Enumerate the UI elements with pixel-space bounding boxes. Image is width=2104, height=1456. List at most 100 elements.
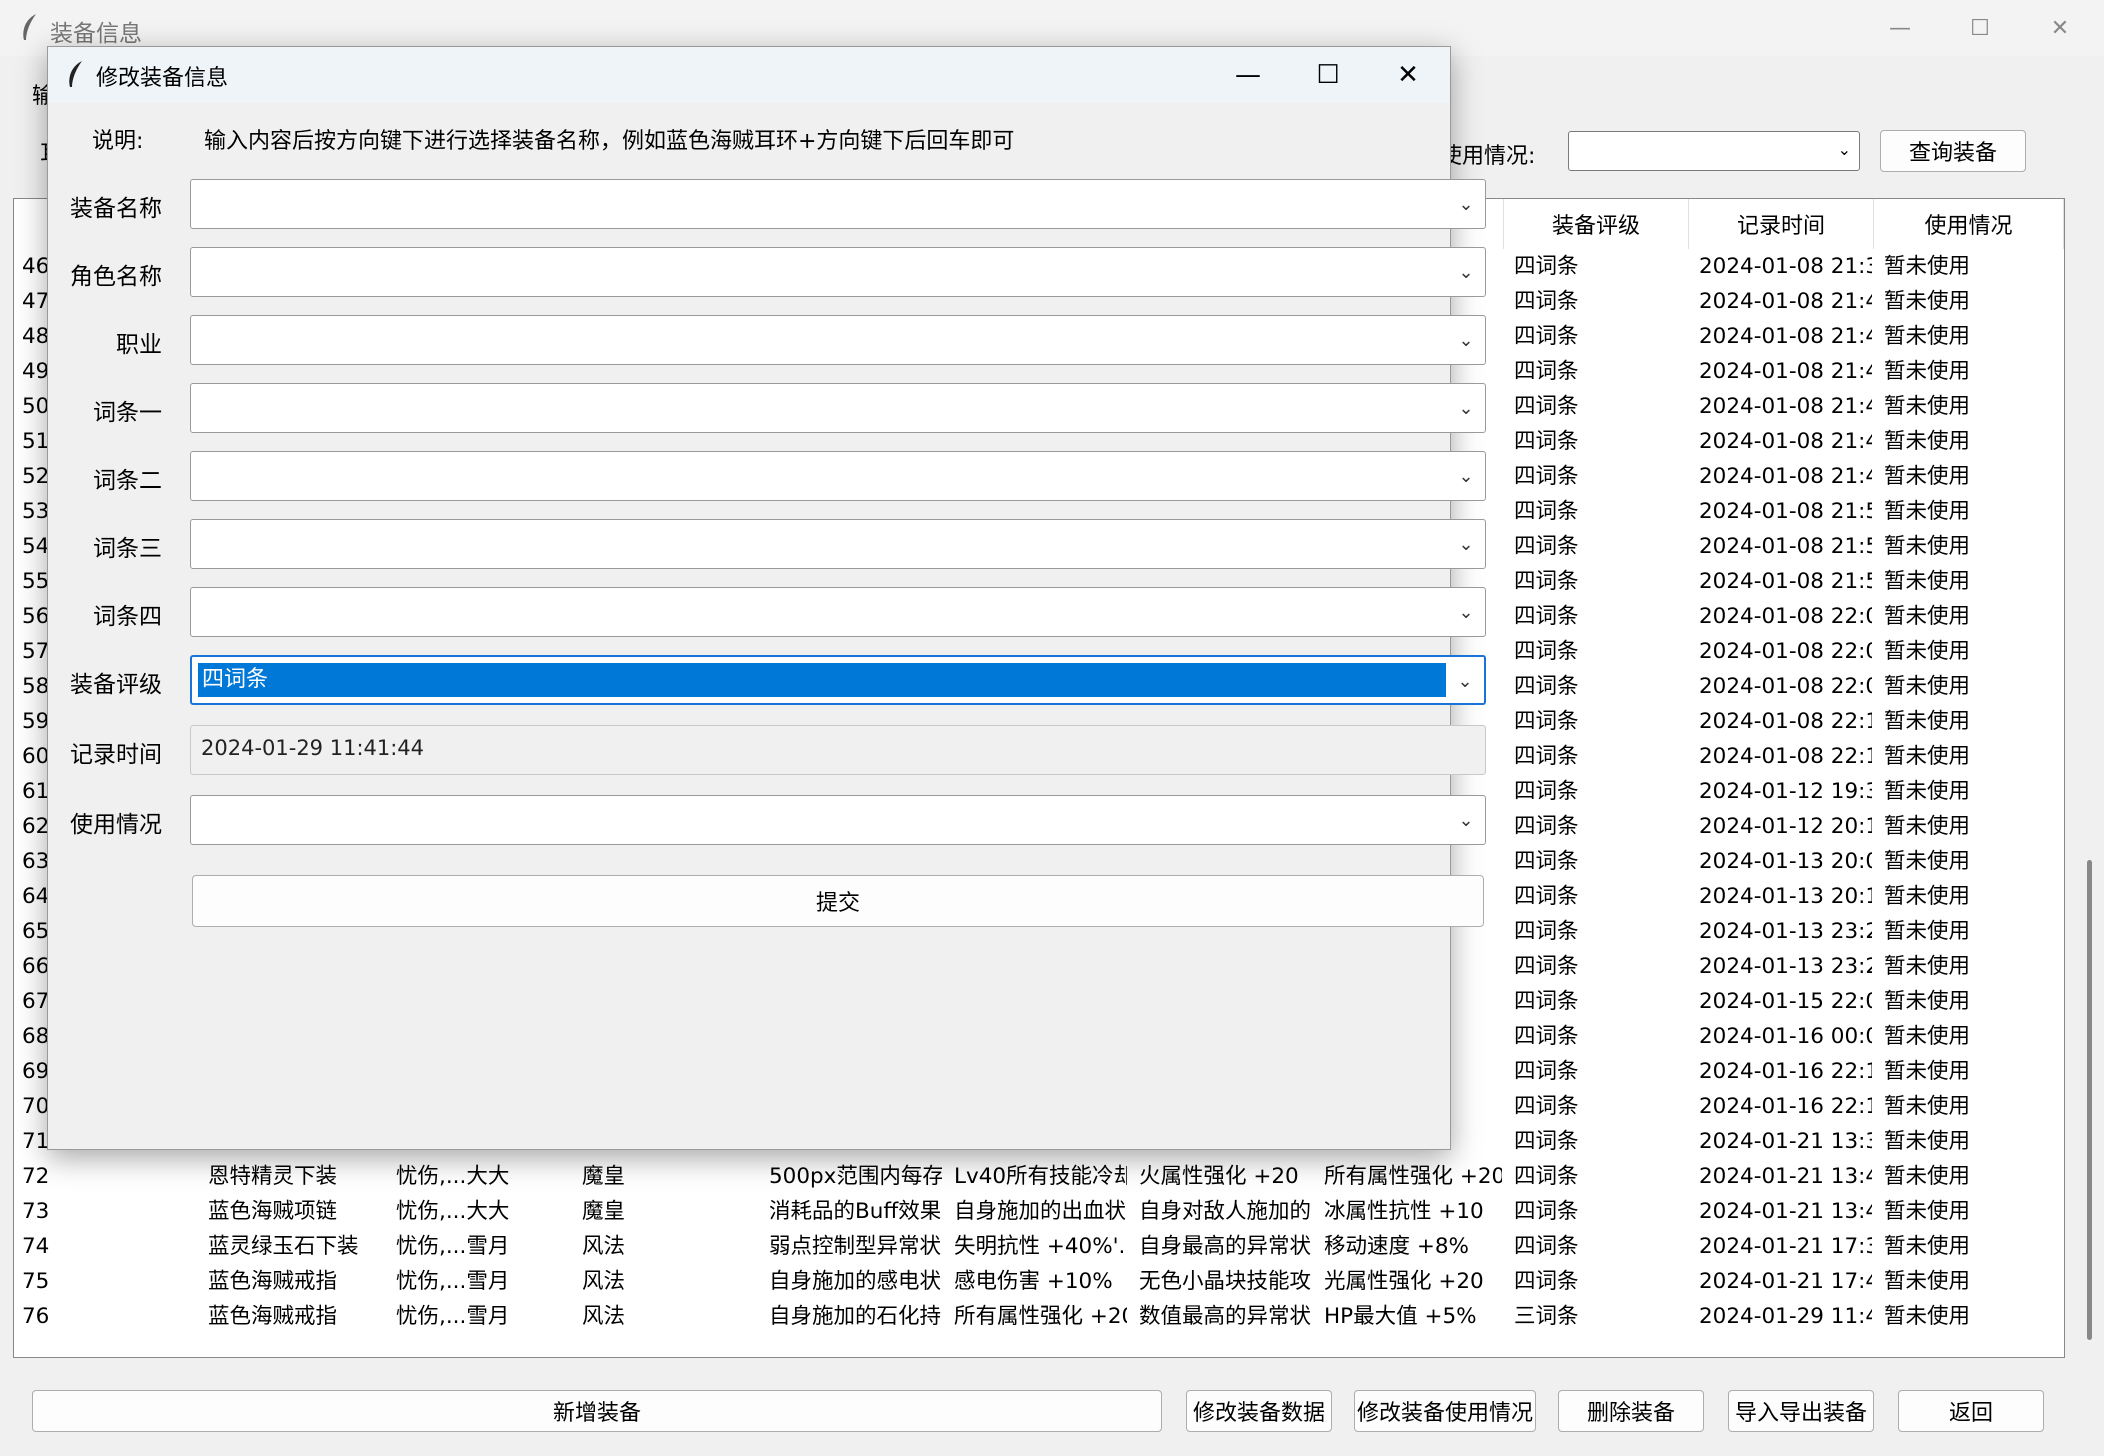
table-cell: HP最大值 +5%: [1324, 1304, 1477, 1329]
entry1-combo[interactable]: ⌄: [190, 383, 1486, 433]
minimize-icon[interactable]: —: [1208, 47, 1288, 103]
table-cell: 暂未使用: [1884, 849, 1971, 874]
entry2-combo[interactable]: ⌄: [190, 451, 1486, 501]
table-cell: 四词条: [1514, 639, 1579, 664]
table-cell: 2024-01-13 20:16: [1699, 884, 1872, 909]
table-cell: 2024-01-08 22:10: [1699, 709, 1872, 734]
query-button[interactable]: 查询装备: [1880, 130, 2026, 172]
table-cell: 暂未使用: [1884, 1094, 1971, 1119]
minimize-icon[interactable]: —: [1870, 0, 1930, 56]
chevron-down-icon: ⌄: [1458, 601, 1474, 623]
table-cell: 四词条: [1514, 464, 1579, 489]
table-cell: 自身施加的出血状态: [954, 1199, 1127, 1224]
table-cell: 自身施加的感电状态: [769, 1269, 942, 1294]
delete-equipment-button[interactable]: 删除装备: [1558, 1390, 1704, 1432]
table-cell: 自身对敌人施加的: [1139, 1199, 1312, 1224]
table-cell: 暂未使用: [1884, 1164, 1971, 1189]
maximize-icon[interactable]: ☐: [1950, 0, 2010, 56]
equipment-name-combo[interactable]: ⌄: [190, 179, 1486, 229]
table-cell: 76: [22, 1304, 50, 1329]
table-cell: 蓝灵绿玉石下装: [208, 1234, 359, 1259]
back-button[interactable]: 返回: [1898, 1390, 2044, 1432]
table-cell: 忧伤,...大大: [396, 1199, 510, 1224]
table-cell: 忧伤,...雪月: [396, 1234, 510, 1259]
table-cell: 四词条: [1514, 919, 1579, 944]
record-time-field: 2024-01-29 11:41:44: [190, 725, 1486, 775]
table-cell: 2024-01-08 21:48: [1699, 429, 1872, 454]
entry3-combo[interactable]: ⌄: [190, 519, 1486, 569]
edit-data-button[interactable]: 修改装备数据: [1186, 1390, 1332, 1432]
table-cell: 四词条: [1514, 1234, 1579, 1259]
table-cell: 2024-01-12 20:14: [1699, 814, 1872, 839]
vertical-scrollbar[interactable]: [2087, 860, 2092, 1340]
chevron-down-icon: ⌄: [1458, 809, 1474, 831]
entry4-combo[interactable]: ⌄: [190, 587, 1486, 637]
table-cell: 2024-01-08 21:48: [1699, 394, 1872, 419]
table-cell: 2024-01-08 22:08: [1699, 674, 1872, 699]
table-cell: 2024-01-13 23:24: [1699, 954, 1872, 979]
table-cell: 四词条: [1514, 569, 1579, 594]
table-cell: 暂未使用: [1884, 954, 1971, 979]
edit-equipment-dialog: 修改装备信息 — ☐ ✕ 说明: 输入内容后按方向键下进行选择装备名称，例如蓝色…: [47, 46, 1486, 1150]
edit-usage-button[interactable]: 修改装备使用情况: [1354, 1390, 1536, 1432]
table-cell: 72: [22, 1164, 50, 1189]
table-cell: 所有属性强化 +20: [954, 1304, 1127, 1329]
table-cell: 四词条: [1514, 709, 1579, 734]
chevron-down-icon: ⌄: [1458, 533, 1474, 555]
column-header[interactable]: 记录时间: [1689, 199, 1874, 249]
table-cell: 暂未使用: [1884, 639, 1971, 664]
field-label-entry1: 词条一: [93, 400, 162, 426]
job-combo[interactable]: ⌄: [190, 315, 1486, 365]
usage-combo[interactable]: ⌄: [190, 795, 1486, 845]
table-cell: 2024-01-08 21:52: [1699, 569, 1872, 594]
table-cell: 感电伤害 +10%: [954, 1269, 1113, 1294]
table-cell: 四词条: [1514, 779, 1579, 804]
table-cell: 四词条: [1514, 744, 1579, 769]
table-cell: 暂未使用: [1884, 534, 1971, 559]
column-header[interactable]: 使用情况: [1874, 199, 2064, 249]
table-cell: 自身施加的石化持续: [769, 1304, 942, 1329]
table-cell: 失明抗性 +40%'. ': [954, 1234, 1127, 1259]
import-export-button[interactable]: 导入导出装备: [1728, 1390, 1874, 1432]
field-label-usage: 使用情况: [70, 812, 162, 838]
maximize-icon[interactable]: ☐: [1288, 47, 1368, 103]
table-cell: 数值最高的异常状态: [1139, 1304, 1312, 1329]
table-cell: 四词条: [1514, 534, 1579, 559]
table-cell: 蓝色海贼戒指: [208, 1269, 338, 1294]
table-row[interactable]: 74 蓝灵绿玉石下装 忧伤,...雪月 风法 弱点控制型异常状态失明抗性 +40%'. …: [14, 1229, 2064, 1264]
table-cell: 暂未使用: [1884, 989, 1971, 1014]
field-label-entry3: 词条三: [93, 536, 162, 562]
table-cell: 四词条: [1514, 954, 1579, 979]
table-row[interactable]: 76 蓝色海贼戒指 忧伤,...雪月 风法 自身施加的石化持续所有属性强化 +20 数值最…: [14, 1299, 2064, 1334]
table-row[interactable]: 72 恩特精灵下装 忧伤,...大大 魔皇 500px范围内每存在 Lv40所有技能冷却火…: [14, 1159, 2064, 1194]
table-cell: 2024-01-08 21:47: [1699, 359, 1872, 384]
chevron-down-icon: ⌄: [1458, 193, 1474, 215]
table-row[interactable]: 73 蓝色海贼项链 忧伤,...大大 魔皇 消耗品的Buff效果自身施加的出血状态自身对…: [14, 1194, 2064, 1229]
role-name-combo[interactable]: ⌄: [190, 247, 1486, 297]
table-cell: 2024-01-08 21:46: [1699, 324, 1872, 349]
table-cell: 四词条: [1514, 1059, 1579, 1084]
table-cell: 2024-01-08 21:49: [1699, 464, 1872, 489]
table-cell: 所有属性强化 +20: [1324, 1164, 1502, 1189]
usage-filter-select[interactable]: ⌄: [1568, 131, 1860, 171]
rating-combo[interactable]: 四词条 ⌄: [190, 655, 1486, 705]
table-cell: 消耗品的Buff效果: [769, 1199, 942, 1224]
table-cell: 四词条: [1514, 394, 1579, 419]
field-label-rating: 装备评级: [70, 672, 162, 698]
table-cell: 暂未使用: [1884, 569, 1971, 594]
table-cell: 光属性强化 +20: [1324, 1269, 1484, 1294]
table-cell: 四词条: [1514, 289, 1579, 314]
table-cell: 暂未使用: [1884, 919, 1971, 944]
table-cell: 暂未使用: [1884, 1199, 1971, 1224]
table-cell: 暂未使用: [1884, 289, 1971, 314]
close-icon[interactable]: ✕: [1368, 47, 1448, 103]
table-row[interactable]: 75 蓝色海贼戒指 忧伤,...雪月 风法 自身施加的感电状态感电伤害 +10% 无色小晶…: [14, 1264, 2064, 1299]
table-cell: 四词条: [1514, 324, 1579, 349]
table-cell: 2024-01-21 17:36: [1699, 1234, 1872, 1259]
submit-button[interactable]: 提交: [192, 875, 1484, 927]
table-cell: Lv40所有技能冷却: [954, 1164, 1127, 1189]
close-icon[interactable]: ✕: [2030, 0, 2090, 56]
table-cell: 2024-01-15 22:09: [1699, 989, 1872, 1014]
column-header[interactable]: 装备评级: [1504, 199, 1689, 249]
add-equipment-button[interactable]: 新增装备: [32, 1390, 1162, 1432]
